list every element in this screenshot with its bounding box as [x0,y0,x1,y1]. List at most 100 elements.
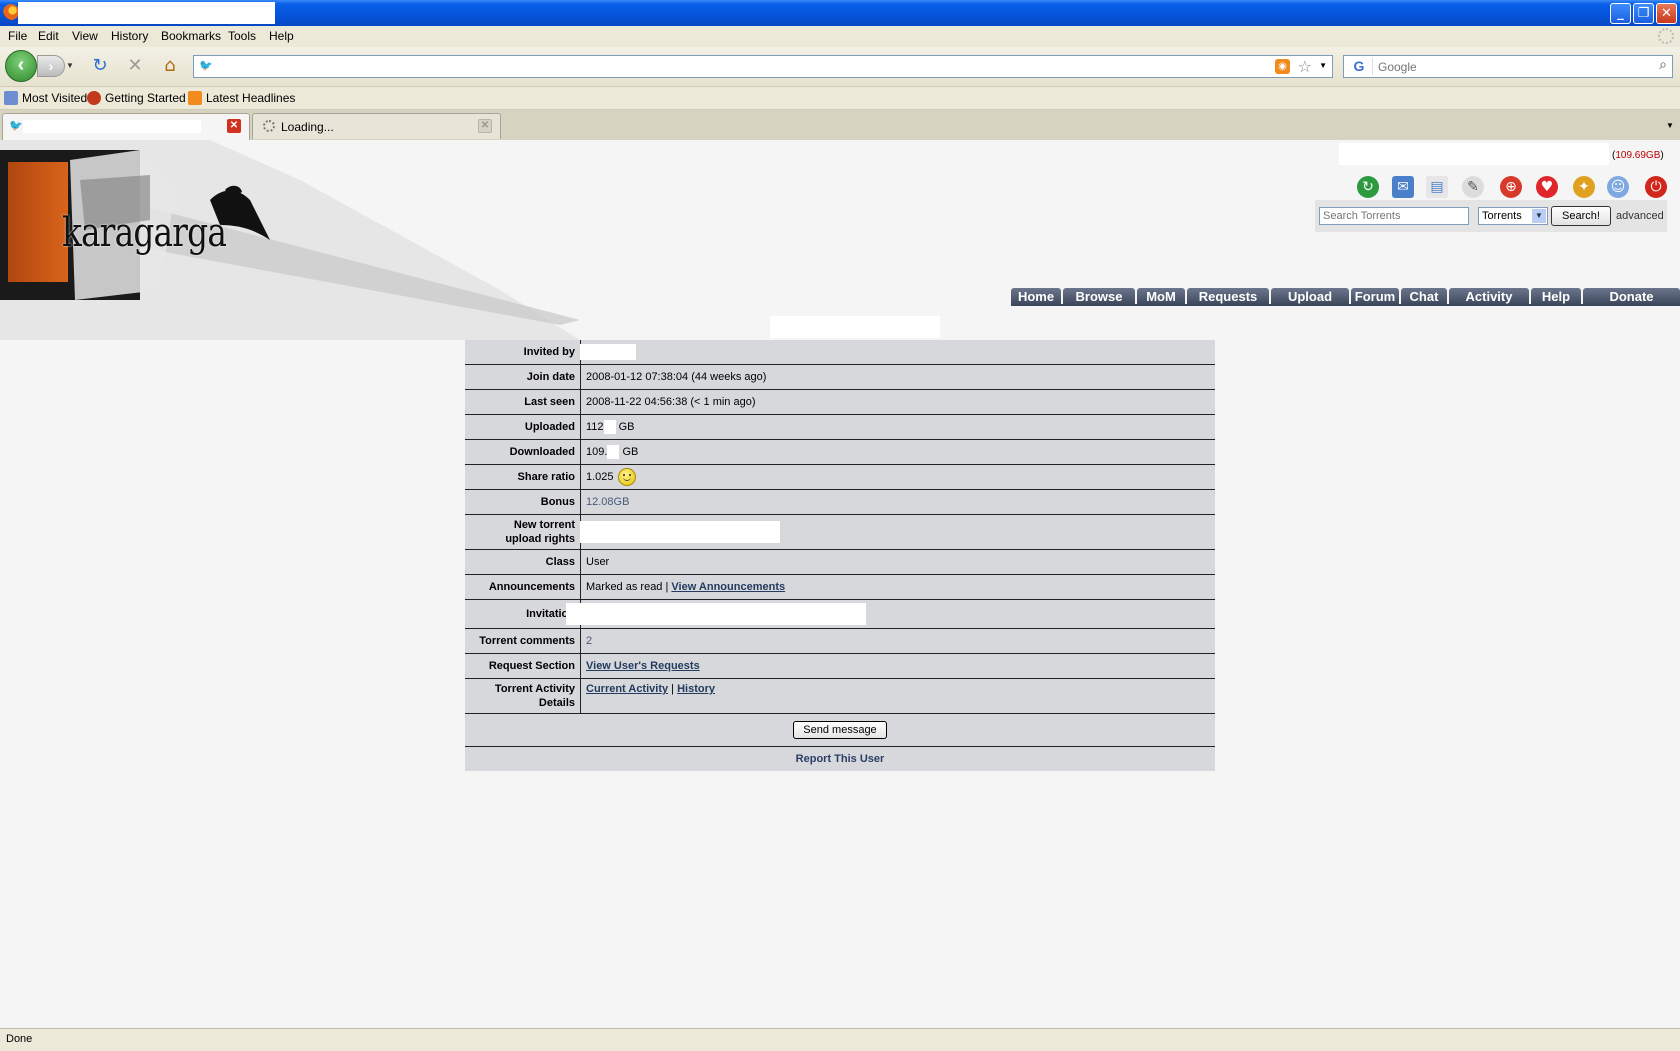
tab-label: Loading... [281,120,334,134]
table-row: Torrent Activity Details Current Activity… [465,678,1215,714]
bookmark-label: Latest Headlines [206,91,296,105]
stop-icon[interactable]: ✕ [125,56,145,76]
minimize-button[interactable]: _ [1610,3,1631,24]
users-icon[interactable]: ☺ [1607,176,1629,198]
row-label: Class [465,549,581,575]
web-search-bar[interactable]: G ⌕ [1343,55,1673,78]
bonus-value: 12.08GB [580,489,1215,515]
history-dropdown-icon[interactable]: ▼ [66,61,74,70]
site-favicon-icon: 🐦 [9,120,23,132]
bookmark-most-visited[interactable]: Most Visited [4,91,87,105]
menu-edit[interactable]: Edit [38,29,59,43]
nav-upload[interactable]: Upload [1271,288,1349,305]
close-tab-icon[interactable]: ✕ [478,119,492,133]
row-label: Request Section [465,653,581,679]
uploaded-value: 112 GB [580,414,1215,440]
tab-profile[interactable]: 🐦 ✕ [2,113,250,140]
nav-activity[interactable]: Activity [1449,288,1529,305]
advanced-search-link[interactable]: advanced [1616,210,1664,222]
web-search-input[interactable] [1376,58,1640,76]
row-label-line: Torrent Activity [494,683,575,695]
google-engine-icon[interactable]: G [1346,58,1373,75]
username-title-redacted [770,316,940,338]
table-row: Announcements Marked as read | View Anno… [465,574,1215,600]
ratio-value: 109.69GB [1615,150,1661,161]
maximize-button[interactable]: ❐ [1633,3,1654,24]
url-dropdown-icon[interactable]: ▼ [1319,61,1327,70]
search-magnifier-icon[interactable]: ⌕ [1659,57,1667,73]
current-activity-link[interactable]: Current Activity [586,683,668,695]
messages-icon[interactable]: ✎ [1462,176,1484,198]
nav-home[interactable]: Home [1011,288,1061,305]
menu-help[interactable]: Help [269,29,294,43]
nav-forum[interactable]: Forum [1351,288,1399,305]
report-user-link[interactable]: Report This User [796,753,885,765]
heart-icon[interactable]: ♥ [1536,176,1558,198]
row-label: Invited by [465,340,581,365]
torrent-comments-value[interactable]: 2 [580,628,1215,654]
class-value: User [580,549,1215,575]
forward-button[interactable]: › [37,55,65,77]
table-row: Report This User [465,746,1215,771]
status-bar: Done [0,1028,1680,1051]
table-row: Invited by [465,340,1215,365]
bookmark-latest-headlines[interactable]: Latest Headlines [188,91,295,105]
back-button[interactable]: ‹ [5,50,37,82]
nav-mom[interactable]: MoM [1137,288,1185,305]
menu-bar: File Edit View History Bookmarks Tools H… [0,26,1680,47]
refresh-icon[interactable]: ↻ [1357,176,1379,198]
view-user-requests-link[interactable]: View User's Requests [586,660,700,672]
report-cell: Report This User [465,746,1215,771]
activity-value: Current Activity | History [580,678,1215,714]
close-tab-icon[interactable]: ✕ [227,119,241,133]
table-row: Torrent comments 2 [465,628,1215,654]
search-button[interactable]: Search! [1551,206,1611,226]
site-logo[interactable]: karagarga [62,210,227,256]
tab-list-dropdown-icon[interactable]: ▼ [1660,113,1680,139]
row-label: Invitation [465,599,581,629]
view-announcements-link[interactable]: View Announcements [671,581,785,593]
reload-icon[interactable]: ↻ [90,56,110,76]
menu-tools[interactable]: Tools [228,29,256,43]
redacted-digits [607,445,620,460]
row-label: Announcements [465,574,581,600]
invited-by-redacted [580,344,636,360]
friends-icon[interactable]: ✦ [1573,176,1595,198]
nav-donate[interactable]: Donate [1583,288,1680,305]
torrent-search-input[interactable] [1319,207,1469,225]
menu-history[interactable]: History [111,29,148,43]
smiley-icon [617,468,636,486]
downloaded-value: 109. GB [580,439,1215,465]
announcements-status: Marked as read | [586,581,669,593]
nav-help[interactable]: Help [1531,288,1581,305]
table-row: Request Section View User's Requests [465,653,1215,679]
nav-chat[interactable]: Chat [1401,288,1447,305]
logout-icon[interactable]: ⏻ [1645,176,1667,198]
nav-browse[interactable]: Browse [1063,288,1135,305]
tab-title-redacted [23,120,201,133]
send-message-button[interactable]: Send message [793,721,887,739]
rss-feed-icon[interactable]: ◉ [1275,59,1290,74]
url-bar[interactable]: 🐦 ◉ ☆ ▼ [193,55,1333,78]
tab-strip: 🐦 ✕ Loading... ✕ ▼ [0,110,1680,141]
menu-view[interactable]: View [72,29,98,43]
bookmark-getting-started[interactable]: Getting Started [87,91,186,105]
bookmark-icon[interactable]: ✉ [1392,176,1414,198]
firefox-icon [3,4,19,20]
row-label-line: upload rights [505,533,575,545]
profile-card-icon[interactable]: ▤ [1426,176,1448,198]
tab-loading[interactable]: Loading... ✕ [252,113,501,139]
bookmark-star-icon[interactable]: ☆ [1298,57,1312,76]
lifebuoy-icon[interactable]: ⊕ [1500,176,1522,198]
menu-file[interactable]: File [8,29,27,43]
menu-bookmarks[interactable]: Bookmarks [161,29,221,43]
history-link[interactable]: History [677,683,715,695]
announcements-value: Marked as read | View Announcements [580,574,1215,600]
row-label: Share ratio [465,464,581,490]
close-window-button[interactable]: ✕ [1656,3,1677,24]
search-scope-select[interactable]: Torrents ▼ [1478,207,1548,225]
row-label: Uploaded [465,414,581,440]
downloaded-amount: 109. [586,445,608,458]
home-icon[interactable]: ⌂ [160,56,180,76]
nav-requests[interactable]: Requests [1187,288,1269,305]
